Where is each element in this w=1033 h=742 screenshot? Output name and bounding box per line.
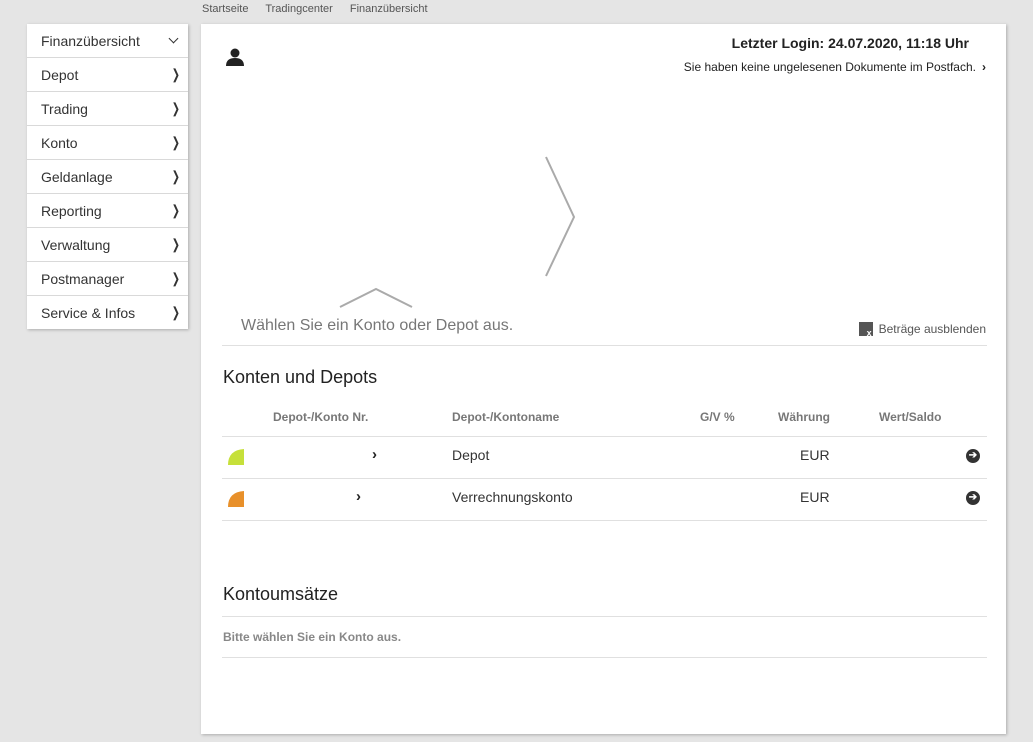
sidebar-item-konto[interactable]: Konto ❯ [27,126,188,160]
breadcrumb: Startseite Tradingcenter Finanzübersicht [202,3,442,15]
divider [222,616,987,617]
breadcrumb-finanzuebersicht[interactable]: Finanzübersicht [350,3,428,15]
sidebar-item-label: Geldanlage [41,168,113,185]
column-header-gv: G/V % [700,410,735,424]
table-row-divider [222,478,987,479]
sidebar-item-label: Trading [41,100,88,117]
sidebar-item-verwaltung[interactable]: Verwaltung ❯ [27,228,188,262]
transactions-section-title: Kontoumsätze [223,584,339,604]
sidebar-item-geldanlage[interactable]: Geldanlage ❯ [27,160,188,194]
chevron-right-icon: ❯ [172,66,181,82]
depot-name[interactable]: Depot [452,447,489,463]
divider [222,657,987,658]
transactions-empty-text: Bitte wählen Sie ein Konto aus. [223,630,402,644]
chevron-down-icon [168,33,179,44]
sidebar-item-postmanager[interactable]: Postmanager ❯ [27,262,188,296]
depot-pie-icon [228,449,244,465]
main-panel: Letzter Login: 24.07.2020, 11:18 Uhr Sie… [201,24,1006,734]
hide-amounts-label: Beträge ausblenden [878,322,986,336]
depot-go-icon[interactable]: ➔ [966,449,980,463]
column-header-value: Wert/Saldo [879,410,942,424]
hide-amounts-icon [858,322,873,338]
depot-expand-chevron[interactable]: › [372,446,377,463]
select-account-hint: Wählen Sie ein Konto oder Depot aus. [241,317,514,334]
breadcrumb-tradingcenter[interactable]: Tradingcenter [265,3,332,15]
chevron-right-icon: ❯ [172,236,181,252]
sidebar-item-label: Verwaltung [41,236,111,253]
accounts-section-title: Konten und Depots [223,367,378,387]
chevron-right-icon: ❯ [172,202,181,218]
chart-chevron-right [545,156,576,277]
chevron-right-icon: ❯ [172,304,181,320]
hide-amounts-button[interactable]: Beträge ausblenden [858,322,986,338]
inbox-notice-text: Sie haben keine ungelesenen Dokumente im… [683,60,976,74]
sidebar-item-label: Postmanager [41,270,125,287]
verrechnungskonto-pie-icon [228,491,244,507]
chart-chevron-up [339,287,413,308]
chevron-right-icon: › [982,60,986,74]
sidebar-item-service-infos[interactable]: Service & Infos ❯ [27,296,188,329]
table-row-divider [222,520,987,521]
breadcrumb-startseite[interactable]: Startseite [202,3,248,15]
verrechnungskonto-currency: EUR [800,489,830,505]
sidebar-item-label: Reporting [41,202,102,219]
verrechnungskonto-name[interactable]: Verrechnungskonto [452,489,573,505]
chevron-right-icon: ❯ [172,270,181,286]
depot-currency: EUR [800,447,830,463]
sidebar-item-depot[interactable]: Depot ❯ [27,58,188,92]
table-divider [222,436,987,437]
sidebar-nav: Finanzübersicht Depot ❯ Trading ❯ Konto … [27,24,188,329]
verrechnungskonto-go-icon[interactable]: ➔ [966,491,980,505]
sidebar-item-finanzuebersicht[interactable]: Finanzübersicht [27,24,188,58]
column-header-name: Depot-/Kontoname [452,410,560,424]
sidebar-item-reporting[interactable]: Reporting ❯ [27,194,188,228]
overview-chart-area [339,156,576,308]
column-header-number: Depot-/Konto Nr. [273,410,369,424]
inbox-notice-link[interactable]: Sie haben keine ungelesenen Dokumente im… [684,60,986,74]
sidebar-item-trading[interactable]: Trading ❯ [27,92,188,126]
sidebar-item-label: Finanzübersicht [41,32,140,49]
chevron-right-icon: ❯ [172,100,181,116]
verrechnungskonto-expand-chevron[interactable]: › [356,488,361,505]
divider [222,345,987,346]
chevron-right-icon: ❯ [172,168,181,184]
column-header-currency: Währung [778,410,830,424]
user-icon[interactable] [225,47,245,67]
sidebar-item-label: Service & Infos [41,304,136,321]
sidebar-item-label: Depot [41,66,79,83]
sidebar-item-label: Konto [41,134,78,151]
chevron-right-icon: ❯ [172,134,181,150]
last-login-text: Letzter Login: 24.07.2020, 11:18 Uhr [731,35,969,51]
